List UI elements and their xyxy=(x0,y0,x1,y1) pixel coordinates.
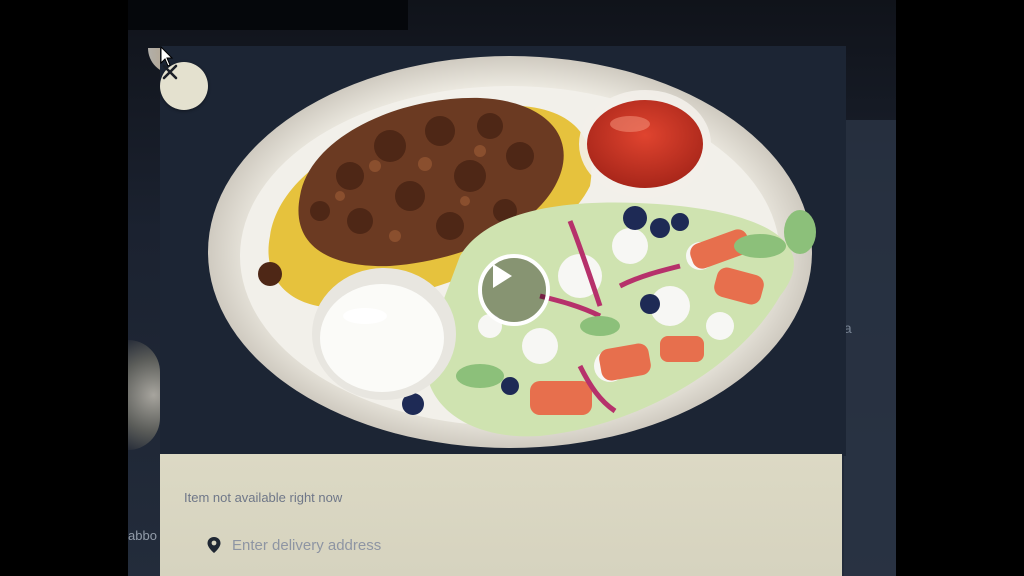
location-pin-icon xyxy=(207,537,221,553)
letterbox-right xyxy=(896,0,1024,576)
play-icon xyxy=(493,264,512,288)
availability-message: Item not available right now xyxy=(184,490,343,505)
background-menu-thumbnail xyxy=(128,340,160,450)
screen-edge-shadow xyxy=(128,0,408,30)
mouse-cursor-icon xyxy=(160,46,174,67)
delivery-address-input[interactable] xyxy=(232,536,472,554)
background-text-fragment: abbo xyxy=(128,528,157,543)
item-image xyxy=(160,46,846,456)
background-storefront-panel xyxy=(844,120,896,576)
play-video-button[interactable] xyxy=(478,254,550,326)
food-plate-illustration xyxy=(160,46,846,456)
item-modal: Item not available right now xyxy=(160,46,846,576)
delivery-address-row[interactable] xyxy=(206,534,472,556)
photographed-screen: ta abbo xyxy=(128,0,896,576)
letterbox-left xyxy=(0,0,128,576)
close-button[interactable] xyxy=(160,62,208,110)
modal-footer: Item not available right now xyxy=(160,454,842,576)
